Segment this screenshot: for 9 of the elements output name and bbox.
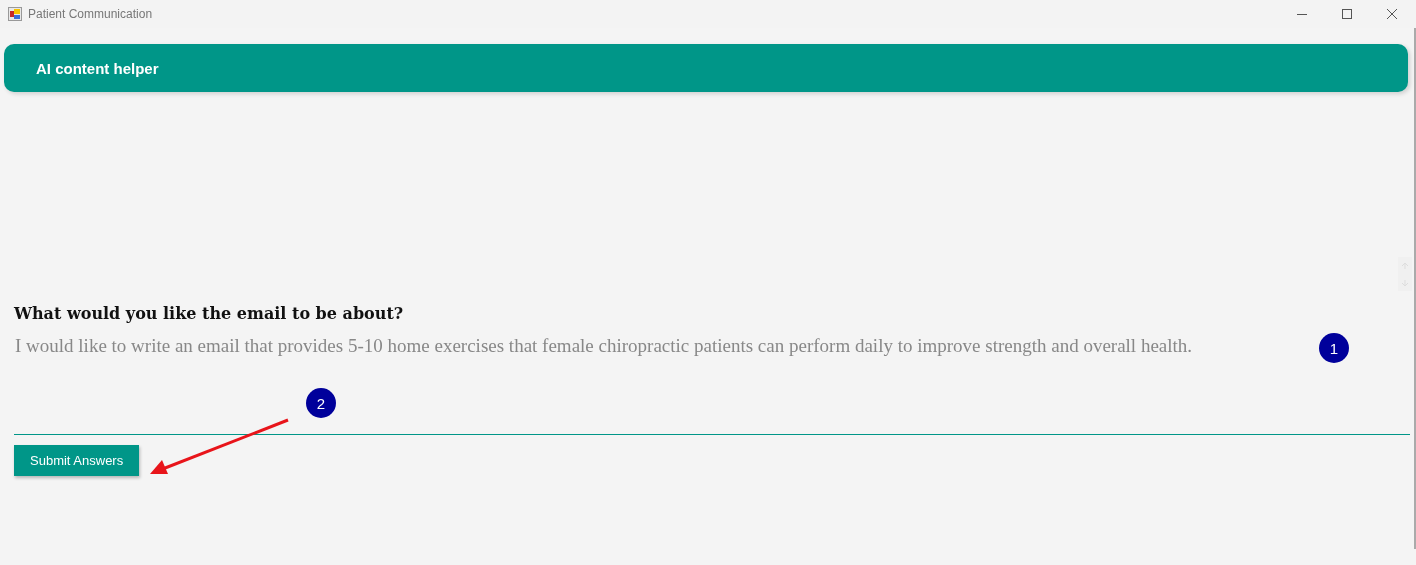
submit-button[interactable]: Submit Answers [14,445,140,476]
app-icon [8,7,22,21]
window-title: Patient Communication [28,7,153,21]
annotation-badge: 1 [1319,333,1349,363]
question-label: What would you like the email to be about? [14,304,404,323]
annotation-badge: 2 [306,388,336,418]
maximize-icon[interactable] [1341,8,1353,20]
close-icon[interactable] [1386,8,1398,20]
header-title: AI content helper [36,59,159,77]
